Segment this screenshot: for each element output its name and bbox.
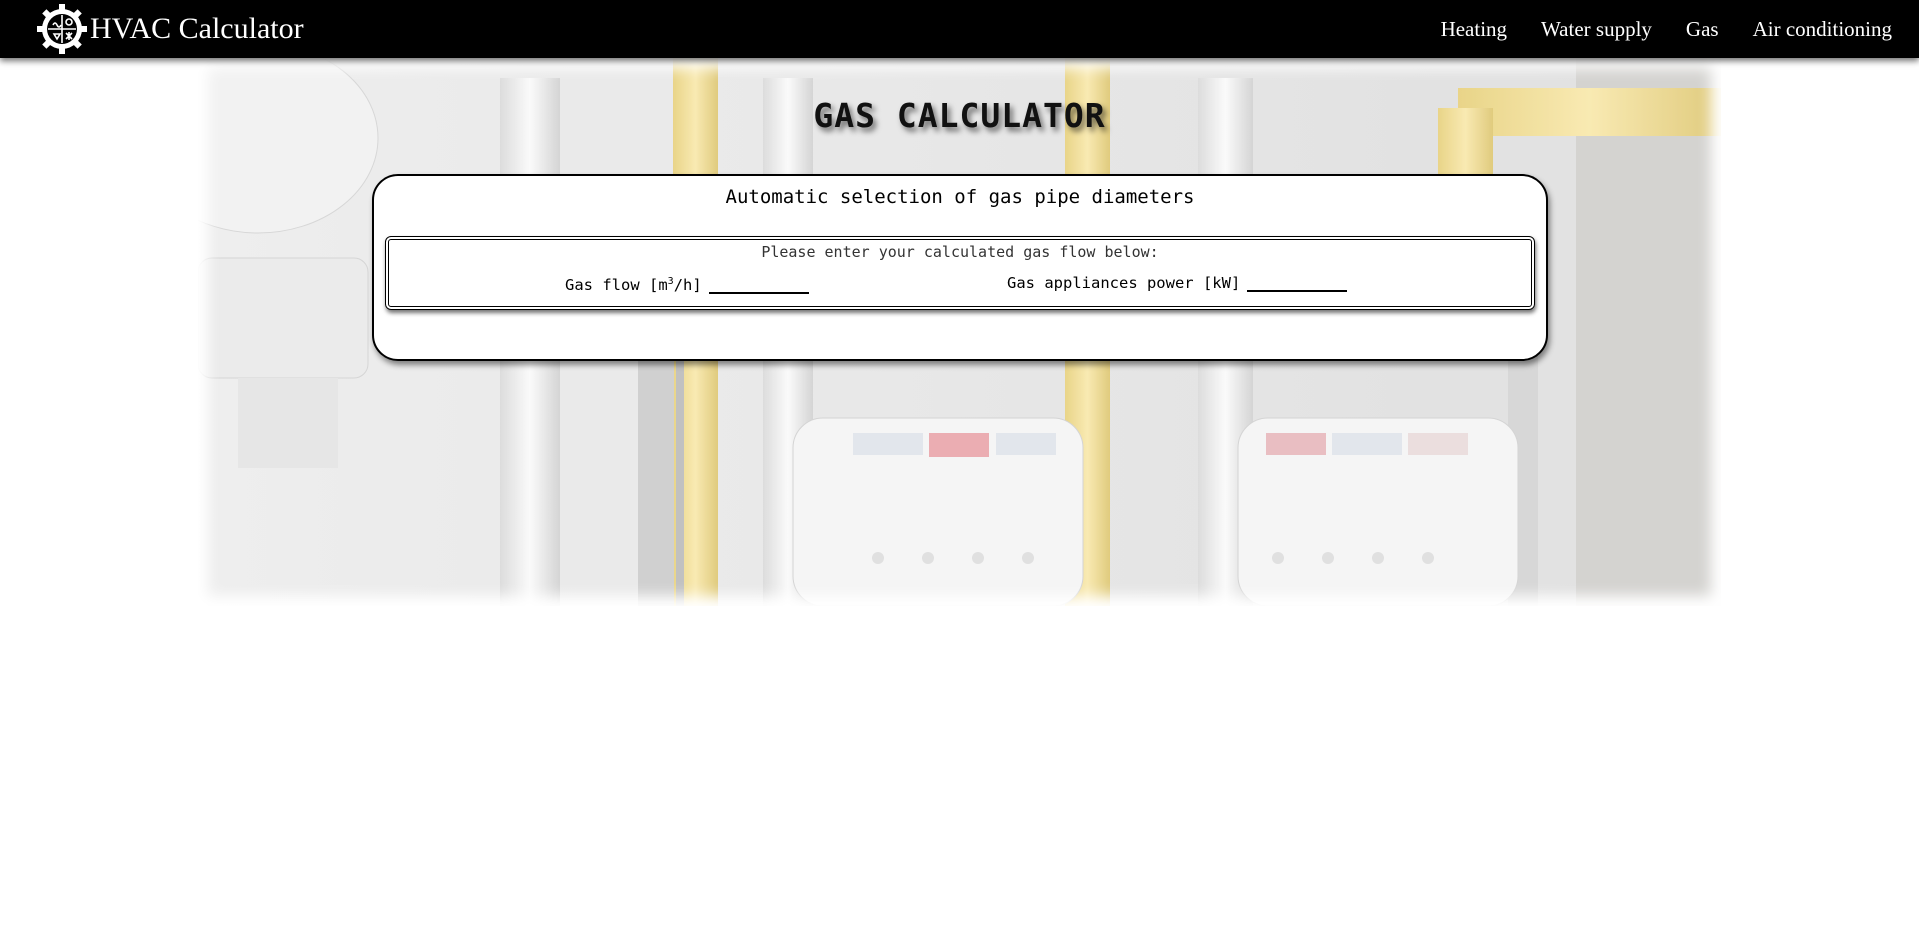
page-title: GAS CALCULATOR	[813, 96, 1106, 135]
card-heading: Automatic selection of gas pipe diameter…	[725, 186, 1195, 208]
gas-flow-input[interactable]	[708, 272, 809, 294]
power-field: Gas appliances power [kW]	[1007, 270, 1348, 292]
nav-link-water-supply[interactable]: Water supply	[1541, 17, 1652, 42]
brand[interactable]: HVAC Calculator	[36, 3, 304, 55]
gear-logo-icon	[37, 4, 87, 54]
top-navbar: HVAC Calculator Heating Water supply Gas…	[0, 0, 1919, 58]
gas-flow-label-prefix: Gas flow [m	[565, 276, 668, 294]
gas-flow-label: Gas flow [m3/h]	[565, 276, 702, 294]
calculator-card: Automatic selection of gas pipe diameter…	[372, 174, 1548, 361]
gas-flow-field: Gas flow [m3/h]	[565, 272, 809, 294]
input-box: Please enter your calculated gas flow be…	[385, 236, 1535, 310]
main-nav: Heating Water supply Gas Air conditionin…	[1407, 0, 1892, 58]
power-input[interactable]	[1247, 270, 1348, 292]
gas-flow-label-suffix: /h]	[673, 276, 702, 294]
nav-link-air-conditioning[interactable]: Air conditioning	[1753, 17, 1892, 42]
instruction-text: Please enter your calculated gas flow be…	[761, 243, 1159, 261]
nav-link-heating[interactable]: Heating	[1441, 17, 1507, 42]
nav-link-gas[interactable]: Gas	[1686, 17, 1719, 42]
power-label: Gas appliances power [kW]	[1007, 274, 1241, 292]
brand-title: HVAC Calculator	[90, 12, 304, 45]
